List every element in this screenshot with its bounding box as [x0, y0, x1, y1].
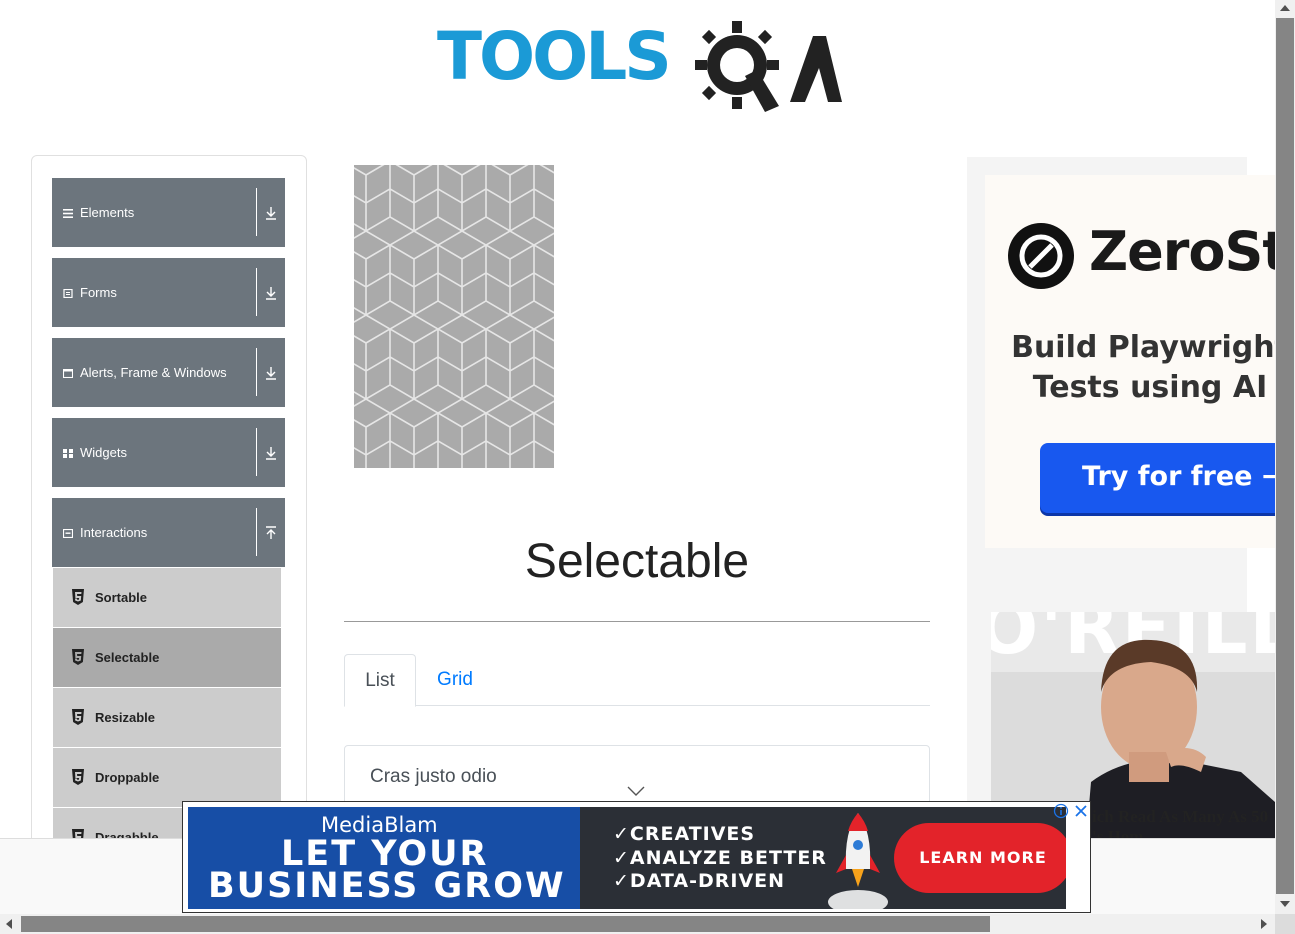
form-icon — [63, 289, 73, 298]
ad-headline-2: BUSINESS GROW — [208, 866, 566, 906]
sidebar-group-label: Elements — [80, 205, 135, 220]
chevron-down-icon — [627, 786, 645, 796]
download-arrow-icon — [266, 287, 276, 300]
download-arrow-icon — [266, 207, 276, 220]
sidebar-group-label: Interactions — [80, 525, 148, 540]
interactions-icon — [63, 529, 73, 538]
rocket-icon — [828, 813, 888, 909]
scroll-left-icon[interactable] — [5, 919, 13, 929]
sidebar-group-alerts[interactable]: Alerts, Frame & Windows — [52, 338, 285, 407]
close-icon[interactable] — [1073, 803, 1089, 819]
page-title: Selectable — [524, 535, 750, 588]
scroll-right-icon[interactable] — [1260, 919, 1268, 929]
sidebar-group-widgets[interactable]: Widgets — [52, 418, 285, 487]
html5-icon — [72, 589, 84, 605]
photo-caption-line1: ich Read As Many As 50 — [1092, 807, 1269, 826]
sidebar-item-label: Sortable — [95, 590, 148, 605]
scroll-up-icon[interactable] — [1280, 4, 1290, 12]
sidebar: Elements Forms Alerts, Frame & Windows W… — [31, 155, 307, 847]
horizontal-scroll-thumb[interactable] — [21, 916, 990, 932]
zerostep-tagline: Build Playwright Tests using AI — [985, 328, 1275, 408]
try-for-free-button[interactable]: Try for free → — [1040, 443, 1275, 513]
ad-feature: ✓DATA-DRIVEN — [613, 870, 786, 892]
logo-qa-icon — [695, 21, 842, 112]
grid-icon — [63, 449, 73, 458]
window-icon — [63, 369, 73, 378]
ad-info-icon[interactable] — [1053, 803, 1069, 819]
sidebar-item-label: Droppable — [95, 770, 160, 785]
group-separator — [256, 428, 257, 476]
sidebar-group-label: Widgets — [80, 445, 127, 460]
tab-list[interactable]: List — [344, 654, 416, 707]
scroll-down-icon[interactable] — [1280, 900, 1290, 908]
vertical-scroll-thumb[interactable] — [1276, 18, 1294, 894]
banner-image — [354, 165, 554, 468]
zerostep-logo-icon — [1008, 223, 1074, 289]
download-arrow-icon — [266, 447, 276, 460]
ad-feature: ✓CREATIVES — [613, 823, 756, 845]
sidebar-group-label: Alerts, Frame & Windows — [80, 365, 227, 380]
mediablam-ad-banner[interactable]: MediaBlam LET YOUR BUSINESS GROW ✓CREATI… — [188, 807, 1066, 909]
ad-feature: ✓ANALYZE BETTER — [613, 847, 827, 869]
sidebar-item-label: Resizable — [95, 710, 155, 725]
sidebar-item-droppable[interactable]: Droppable — [53, 748, 281, 808]
scrollbar-corner — [1275, 914, 1295, 934]
logo-tools-text: TOOLS — [437, 18, 672, 95]
sidebar-group-label: Forms — [80, 285, 117, 300]
sidebar-group-interactions[interactable]: Interactions — [52, 498, 285, 567]
group-separator — [256, 348, 257, 396]
sidebar-item-sortable[interactable]: Sortable — [53, 568, 281, 628]
toolsqa-logo[interactable]: TOOLS — [437, 18, 842, 114]
zerostep-ad[interactable]: ZeroStep Build Playwright Tests using AI… — [985, 175, 1275, 548]
sidebar-item-label: Selectable — [95, 650, 160, 665]
sidebar-group-forms[interactable]: Forms — [52, 258, 285, 327]
zerostep-tagline-line2: Tests using AI — [1032, 370, 1268, 405]
html5-icon — [72, 769, 84, 785]
list-item-label: Cras justo odio — [370, 766, 497, 787]
title-divider — [344, 621, 930, 622]
html5-icon — [72, 709, 84, 725]
group-separator — [256, 268, 257, 316]
mediablam-ad[interactable]: MediaBlam LET YOUR BUSINESS GROW ✓CREATI… — [182, 801, 1091, 913]
hamburger-icon — [63, 209, 73, 218]
sidebar-item-resizable[interactable]: Resizable — [53, 688, 281, 748]
group-separator — [256, 508, 257, 556]
cube-pattern-icon — [354, 165, 554, 468]
tab-grid[interactable]: Grid — [422, 654, 488, 704]
download-arrow-icon — [266, 367, 276, 380]
zerostep-tagline-line1: Build Playwright — [1011, 330, 1275, 365]
html5-icon — [72, 649, 84, 665]
sidebar-group-elements[interactable]: Elements — [52, 178, 285, 247]
upload-arrow-icon — [266, 526, 276, 539]
tab-bar: List Grid — [344, 654, 930, 707]
sidebar-item-selectable[interactable]: Selectable — [53, 628, 281, 688]
zerostep-brand: ZeroStep — [1089, 220, 1275, 283]
group-separator — [256, 188, 257, 236]
learn-more-button[interactable]: LEARN MORE — [894, 823, 1066, 893]
